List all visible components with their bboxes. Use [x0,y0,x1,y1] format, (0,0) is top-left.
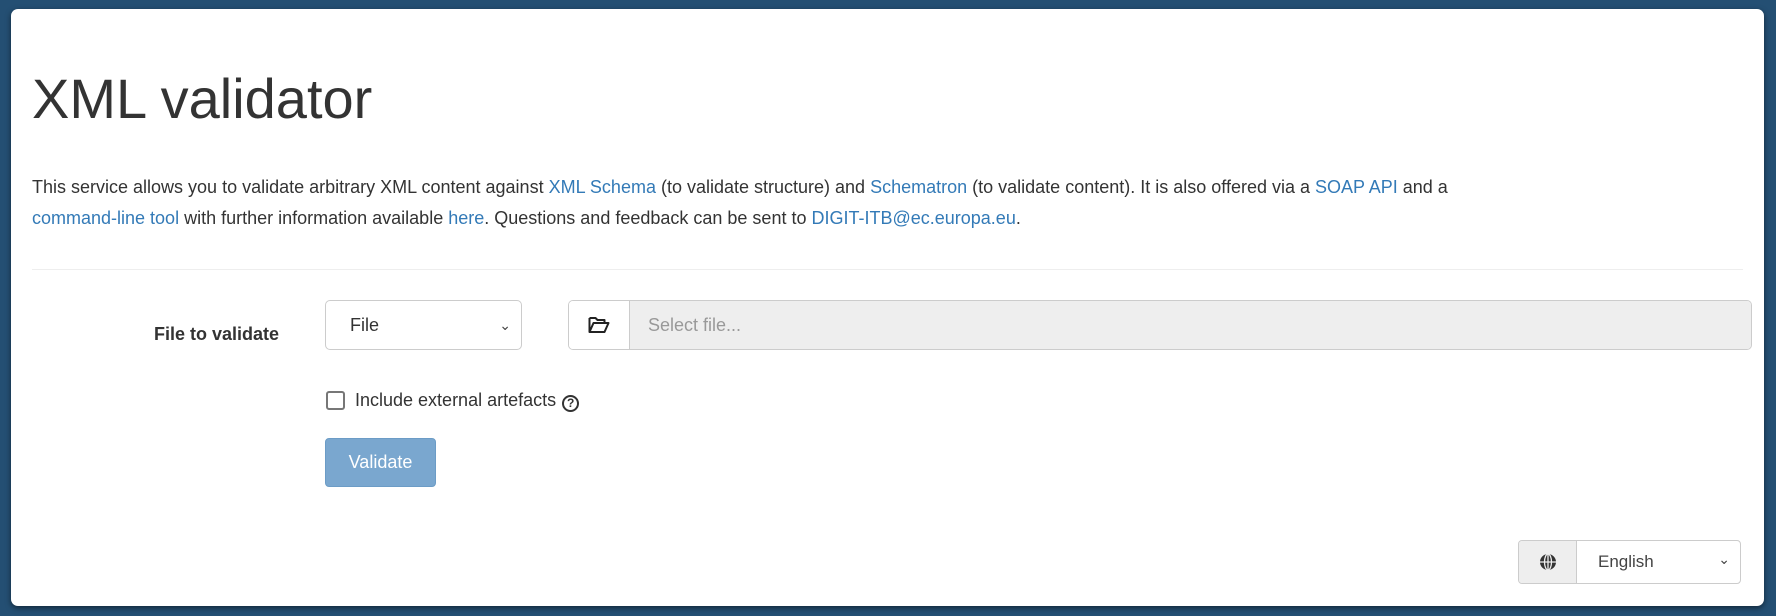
desc-text: (to validate structure) and [655,177,871,197]
checkbox-label-text: Include external artefacts [355,390,557,410]
validator-card: XML validator This service allows you to… [11,9,1764,606]
desc-text: with further information available [179,208,449,228]
schematron-link[interactable]: Schematron [870,177,967,197]
divider [32,269,1743,270]
page-title: XML validator [32,67,373,130]
include-external-artefacts-label[interactable]: Include external artefacts? [355,388,580,412]
language-select[interactable]: English ⌄ [1577,541,1740,583]
desc-text: This service allows you to validate arbi… [32,177,549,197]
here-link[interactable]: here [448,208,484,228]
xml-schema-link[interactable]: XML Schema [549,177,656,197]
file-to-validate-label: File to validate [153,324,279,344]
globe-icon [1519,541,1577,583]
email-link[interactable]: DIGIT-ITB@ec.europa.eu [811,208,1015,228]
service-description: This service allows you to validate arbi… [32,172,1732,234]
input-type-select[interactable]: File ⌄ [325,300,522,350]
desc-text: . [1015,208,1021,228]
validate-button[interactable]: Validate [325,438,436,487]
help-icon[interactable]: ? [562,395,580,412]
language-value: English [1598,552,1654,571]
desc-text: and a [1397,177,1448,197]
soap-api-link[interactable]: SOAP API [1315,177,1398,197]
chevron-down-icon: ⌄ [1718,551,1730,567]
language-selector[interactable]: English ⌄ [1518,540,1741,584]
file-path-input[interactable]: Select file... [630,301,1751,349]
chevron-down-icon: ⌄ [499,317,511,333]
input-type-value: File [350,315,380,335]
folder-open-icon [588,317,610,333]
desc-text: (to validate content). It is also offere… [967,177,1315,197]
browse-file-button[interactable] [569,301,630,349]
file-input-group: Select file... [568,300,1752,350]
include-external-artefacts-checkbox[interactable] [326,391,345,410]
command-line-tool-link[interactable]: command-line tool [32,208,179,228]
desc-text: . Questions and feedback can be sent to [484,208,812,228]
